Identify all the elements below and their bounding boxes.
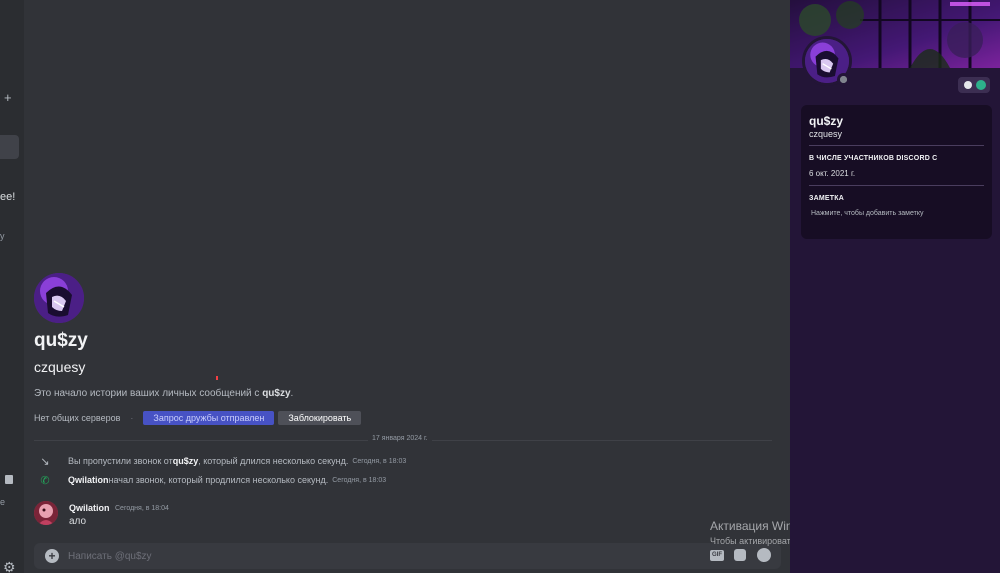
selected-dm-item[interactable] [0,135,19,159]
message-composer: + GIF [34,543,781,569]
sidebar-text-fragment: y [0,231,5,241]
avatar [34,273,84,323]
user-profile-panel: qu$zy czquesy В ЧИСЛЕ УЧАСТНИКОВ DISCORD… [790,0,1000,573]
add-attachment-icon[interactable]: + [45,549,59,563]
sticker-icon[interactable] [734,549,746,561]
system-message-user[interactable]: Qwilation [68,475,109,485]
profile-display-name: qu$zy [809,114,844,128]
sidebar-text-fragment: ee! [0,191,16,203]
badge-icon[interactable] [976,80,986,90]
message-timestamp: Сегодня, в 18:04 [115,505,169,512]
divider [809,145,984,146]
message-timestamp: Сегодня, в 18:03 [332,476,387,484]
profile-username: czquesy [809,129,843,139]
member-since-date: 6 окт. 2021 г. [809,169,856,178]
system-message-text: , который длился несколько секунд. [198,456,349,466]
call-icon: ✆ [40,474,50,487]
separator-dot: · [130,413,134,423]
system-message-missed-call: ↘ Вы пропустили звонок от qu$zy, который… [34,454,406,468]
channel-sidebar: + ee! y e ⚙ [0,0,24,573]
chat-area: qu$zy czquesy Это начало истории ваших л… [24,0,982,573]
profile-actions: Нет общих серверов · Запрос дружбы отпра… [34,411,362,425]
settings-gear-icon[interactable]: ⚙ [3,559,16,573]
offline-status-icon [837,73,850,86]
system-message-text: Вы пропустили звонок от [68,456,173,466]
system-message-text: начал звонок, который продлился нескольк… [108,475,329,485]
date-divider-label: 17 января 2024 г. [368,435,432,442]
member-since-heading: В ЧИСЛЕ УЧАСТНИКОВ DISCORD С [809,155,938,162]
message-timestamp: Сегодня, в 18:03 [352,457,407,465]
avatar[interactable] [34,501,58,525]
message-text: ало [69,516,87,527]
missed-call-icon: ↘ [40,455,50,468]
note-heading: ЗАМЕТКА [809,195,844,202]
intro-text: Это начало истории ваших личных сообщени… [34,388,263,399]
block-button[interactable]: Заблокировать [278,411,362,425]
intro-end: . [290,388,294,399]
note-input[interactable]: Нажмите, чтобы добавить заметку [811,210,924,217]
emoji-icon[interactable] [757,548,771,562]
profile-display-name: qu$zy [34,330,88,351]
system-message-user[interactable]: qu$zy [173,456,199,466]
friend-request-sent-button[interactable]: Запрос дружбы отправлен [143,411,275,425]
red-marker [216,376,218,380]
profile-info-card: qu$zy czquesy В ЧИСЛЕ УЧАСТНИКОВ DISCORD… [801,105,992,239]
document-icon[interactable] [5,475,13,484]
message-input[interactable] [68,547,568,565]
gif-button[interactable]: GIF [710,550,724,561]
discord-window: + ee! y e ⚙ qu$zy czquesy Это начало ист… [0,0,1000,573]
badge-icon[interactable] [964,81,972,89]
intro-name: qu$zy [262,388,291,399]
divider [809,185,984,186]
create-dm-button[interactable]: + [4,90,12,105]
no-common-servers-label: Нет общих серверов [34,413,121,423]
profile-username: czquesy [34,359,86,375]
system-message-call-started: ✆ Qwilation начал звонок, который продли… [34,473,386,487]
message-author[interactable]: Qwilation [69,503,110,513]
history-intro-text: Это начало истории ваших личных сообщени… [34,388,293,399]
sidebar-text-fragment: e [0,497,6,507]
